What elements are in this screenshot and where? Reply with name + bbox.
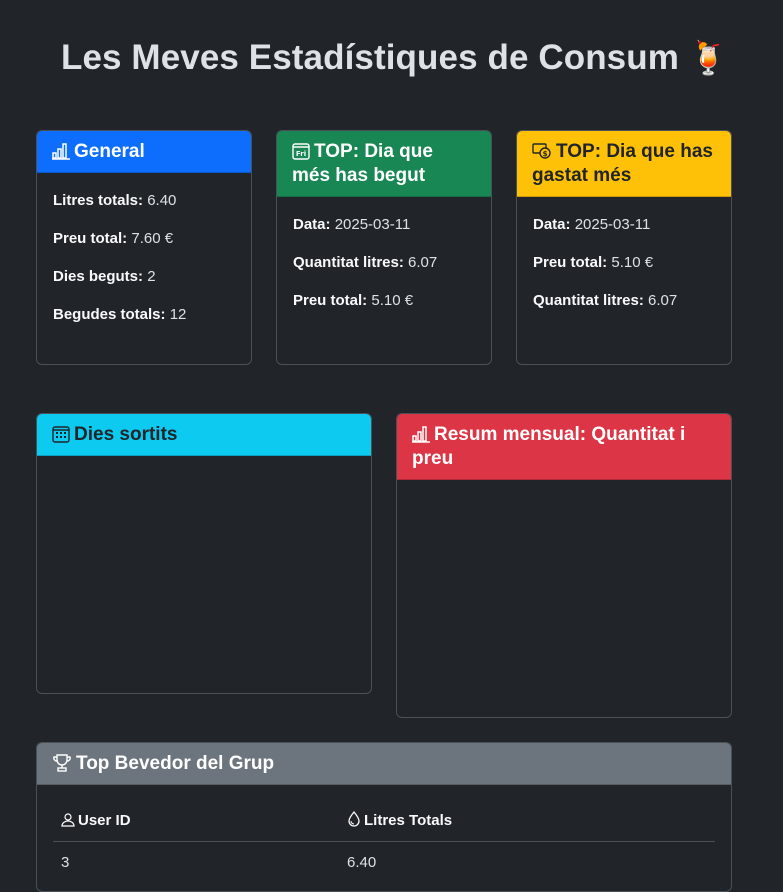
page-title: Les Meves Estadístiques de Consum 🍹	[61, 38, 729, 78]
stat-value: 12	[169, 306, 187, 323]
top-drinker-table: User ID Litres Totals 3 6.40	[53, 797, 715, 883]
bar-chart-icon	[52, 143, 70, 160]
stat-row: Preu total: 5.10 €	[533, 255, 715, 271]
days-out-header: Dies sortits	[37, 414, 371, 456]
stat-label: Data:	[533, 216, 571, 233]
stat-label: Litres totals:	[53, 192, 144, 209]
table-header-row: User ID Litres Totals	[53, 797, 715, 842]
stat-row: Data: 2025-03-11	[293, 217, 475, 233]
svg-text:$: $	[543, 150, 548, 158]
calendar-fri-icon: Fri	[292, 143, 310, 160]
top-spend-day-body: Data: 2025-03-11 Preu total: 5.10 € Quan…	[517, 197, 731, 345]
top-spend-day-header: $ TOP: Dia que has gastat més	[517, 131, 731, 197]
column-header-label: Litres Totals	[364, 812, 453, 829]
general-card: General Litres totals: 6.40 Preu total: …	[36, 130, 252, 365]
top-drinker-card: Top Bevedor del Grup User ID Litres Tota…	[36, 742, 732, 892]
column-header-litres: Litres Totals	[339, 797, 715, 842]
stat-value: 5.10 €	[371, 292, 414, 309]
monthly-summary-header: Resum mensual: Quantitat i preu	[397, 414, 731, 480]
monthly-summary-body	[397, 480, 731, 508]
stat-row: Litres totals: 6.40	[53, 193, 235, 209]
stat-label: Begudes totals:	[53, 306, 166, 323]
stat-label: Quantitat litres:	[533, 292, 644, 309]
stat-row: Quantitat litres: 6.07	[533, 293, 715, 309]
stat-label: Dies beguts:	[53, 268, 144, 285]
bar-chart-icon	[412, 426, 430, 443]
top-drinker-header: Top Bevedor del Grup	[37, 743, 731, 785]
page-title-text: Les Meves Estadístiques de Consum	[61, 38, 679, 77]
table-row: 3 6.40	[53, 842, 715, 884]
stat-row: Data: 2025-03-11	[533, 217, 715, 233]
stat-row: Preu total: 7.60 €	[53, 231, 235, 247]
stat-label: Preu total:	[293, 292, 368, 309]
trophy-icon	[53, 754, 71, 772]
days-out-title: Dies sortits	[74, 424, 178, 445]
stat-row: Dies beguts: 2	[53, 269, 235, 285]
general-card-body: Litres totals: 6.40 Preu total: 7.60 € D…	[37, 173, 251, 359]
top-drink-day-card: Fri TOP: Dia que més has begut Data: 202…	[276, 130, 492, 365]
days-out-card: Dies sortits	[36, 413, 372, 694]
cash-coin-icon: $	[532, 143, 551, 159]
monthly-summary-card: Resum mensual: Quantitat i preu	[396, 413, 732, 718]
stat-value: 2025-03-11	[574, 216, 651, 233]
stat-value: 6.07	[408, 254, 438, 271]
stat-value: 6.40	[147, 192, 177, 209]
stat-value: 2	[147, 268, 156, 285]
top-drink-day-body: Data: 2025-03-11 Quantitat litres: 6.07 …	[277, 197, 491, 345]
stat-row: Quantitat litres: 6.07	[293, 255, 475, 271]
top-drinker-title: Top Bevedor del Grup	[76, 753, 275, 774]
stat-value: 7.60 €	[131, 230, 174, 247]
top-drink-day-title: TOP: Dia que més has begut	[292, 141, 433, 186]
top-spend-day-card: $ TOP: Dia que has gastat més Data: 2025…	[516, 130, 732, 365]
stat-label: Data:	[293, 216, 331, 233]
monthly-summary-title: Resum mensual: Quantitat i preu	[412, 424, 686, 469]
calendar-grid-icon	[52, 426, 70, 443]
stat-row: Begudes totals: 12	[53, 307, 235, 323]
cell-user-id: 3	[61, 854, 70, 871]
column-header-user-id: User ID	[53, 797, 339, 842]
stat-value: 5.10 €	[611, 254, 654, 271]
general-card-header: General	[37, 131, 251, 173]
cell-litres: 6.40	[347, 854, 377, 871]
cocktail-icon: 🍹	[688, 39, 729, 77]
stat-label: Preu total:	[533, 254, 608, 271]
general-card-title: General	[74, 141, 145, 162]
days-out-body	[37, 456, 371, 484]
stat-label: Preu total:	[53, 230, 128, 247]
stat-label: Quantitat litres:	[293, 254, 404, 271]
droplet-icon	[348, 810, 360, 827]
stat-value: 2025-03-11	[334, 216, 411, 233]
top-drink-day-header: Fri TOP: Dia que més has begut	[277, 131, 491, 197]
column-header-label: User ID	[78, 811, 131, 829]
person-icon	[61, 812, 75, 827]
stat-row: Preu total: 5.10 €	[293, 293, 475, 309]
svg-text:Fri: Fri	[296, 150, 306, 158]
stat-value: 6.07	[648, 292, 678, 309]
top-spend-day-title: TOP: Dia que has gastat més	[532, 141, 713, 186]
